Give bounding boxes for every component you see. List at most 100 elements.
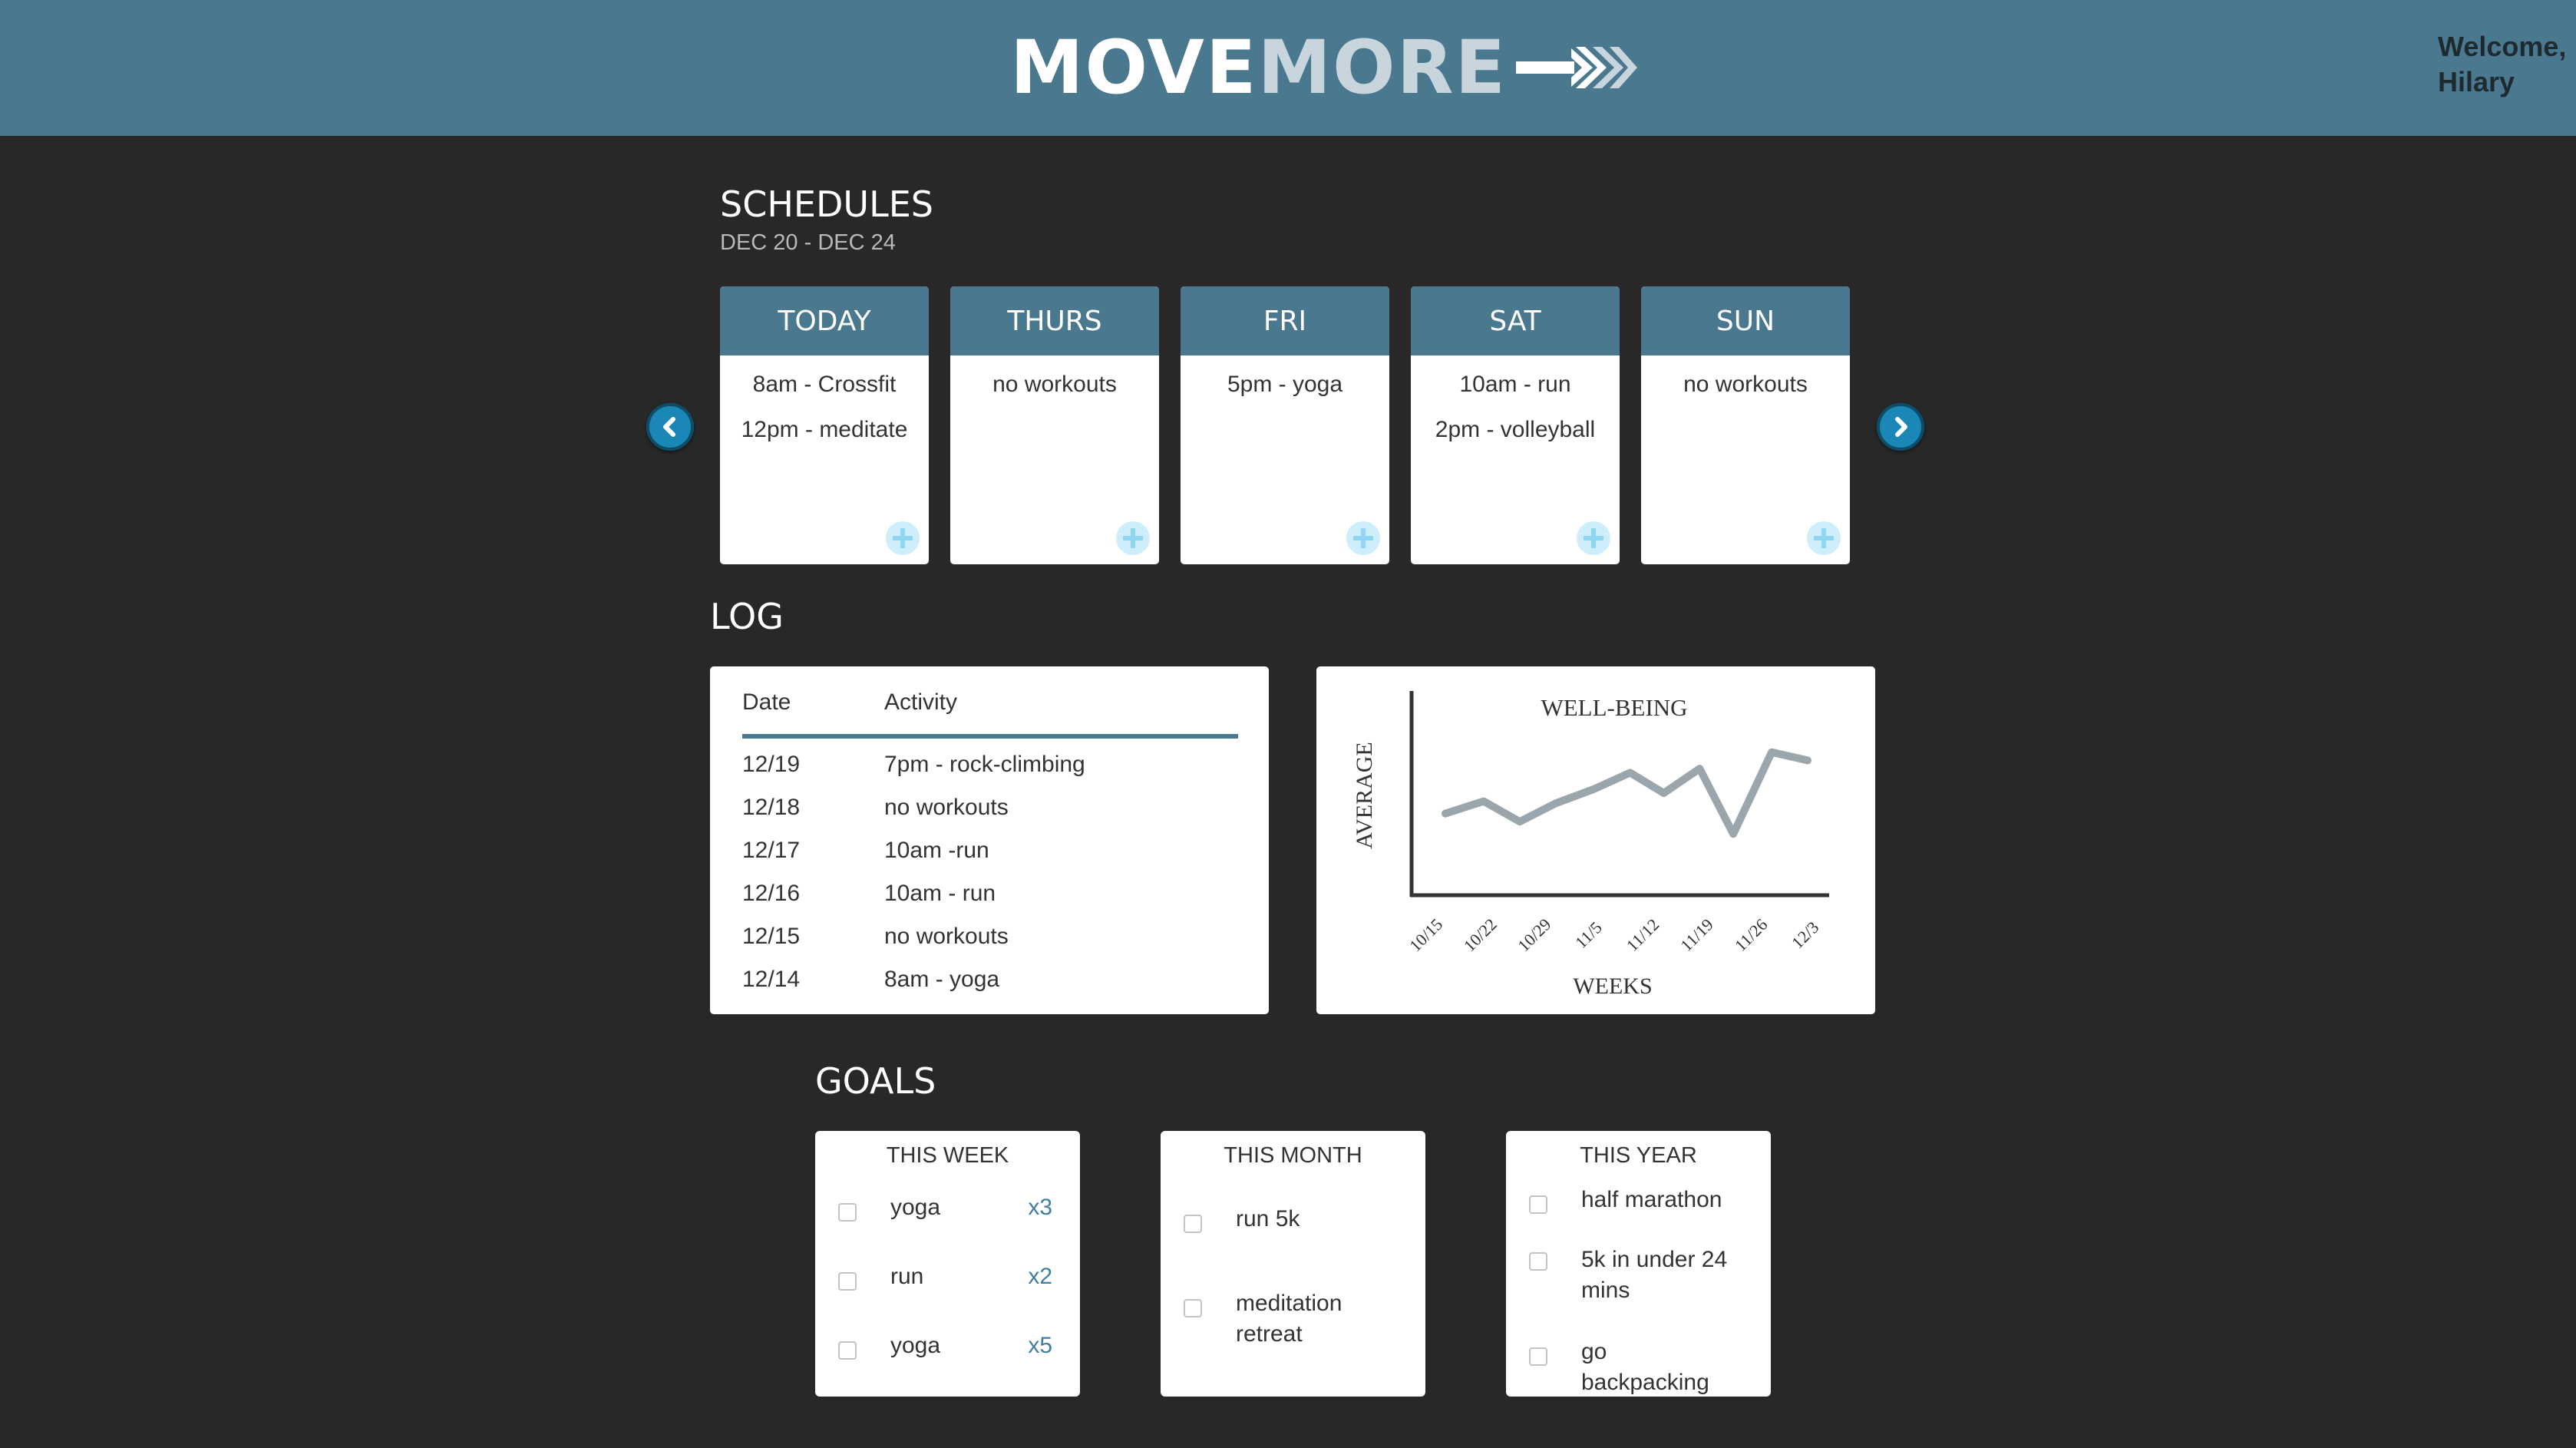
chart-x-tick-label: 11/12 bbox=[1623, 914, 1663, 955]
well-being-chart: WELL-BEING AVERAGE WEEKS 10/15 10/22 10/29… bbox=[1316, 666, 1875, 1014]
chart-x-tick-label: 11/5 bbox=[1571, 917, 1606, 952]
log-header-row: Date Activity bbox=[742, 689, 957, 716]
schedule-entry[interactable]: 2pm - volleyball bbox=[1411, 415, 1620, 460]
welcome-message[interactable]: Welcome, Hilary bbox=[2438, 29, 2566, 100]
schedule-entry[interactable]: no workouts bbox=[1641, 369, 1850, 415]
schedules-heading: SCHEDULES bbox=[720, 183, 933, 225]
schedule-entry[interactable]: 10am - run bbox=[1411, 369, 1620, 415]
chart-series bbox=[1442, 748, 1811, 838]
log-activity: 10am -run bbox=[884, 838, 989, 863]
chevron-right-icon bbox=[1895, 417, 1907, 437]
top-bar: MOVE MORE Welcome, Hilary bbox=[0, 0, 2576, 136]
goal-checkbox[interactable] bbox=[838, 1203, 857, 1222]
add-workout-button[interactable] bbox=[1116, 521, 1150, 555]
goal-card: THIS YEAR half marathon 5k in under 24 min… bbox=[1506, 1131, 1771, 1397]
log-activity: 10am - run bbox=[884, 881, 996, 906]
log-header-divider bbox=[742, 734, 1238, 739]
logo-text-move: MOVE bbox=[1010, 25, 1258, 111]
goal-checkbox[interactable] bbox=[1529, 1252, 1547, 1271]
goals-heading: GOALS bbox=[815, 1060, 936, 1102]
schedule-next-button[interactable] bbox=[1877, 403, 1924, 451]
schedule-day-label: THURS bbox=[950, 286, 1159, 355]
chart-y-axis-label: AVERAGE bbox=[1352, 742, 1377, 848]
schedule-entry[interactable]: 8am - Crossfit bbox=[720, 369, 929, 415]
goal-label: yoga bbox=[890, 1333, 941, 1358]
chart-x-ticks: 10/15 10/22 10/29 11/5 11/12 11/19 11/26 12/3 bbox=[1405, 914, 1822, 955]
log-date: 12/18 bbox=[742, 795, 801, 820]
log-date: 12/16 bbox=[742, 881, 801, 906]
chart-series-line bbox=[1442, 748, 1811, 838]
schedule-day-label: SAT bbox=[1411, 286, 1620, 355]
schedule-prev-button[interactable] bbox=[646, 403, 694, 451]
schedule-entries: 8am - Crossfit 12pm - meditate bbox=[720, 355, 929, 460]
goal-label: go backpacking bbox=[1581, 1339, 1709, 1395]
log-date: 12/14 bbox=[742, 967, 801, 992]
chart-x-tick-label: 10/29 bbox=[1514, 914, 1554, 955]
goal-checkbox[interactable] bbox=[838, 1341, 857, 1360]
goal-label: yoga bbox=[890, 1195, 941, 1220]
chart-x-axis-label: WEEKS bbox=[1573, 974, 1652, 999]
plus-icon bbox=[1123, 528, 1143, 548]
add-workout-button[interactable] bbox=[1577, 521, 1610, 555]
goal-card-title: THIS MONTH bbox=[1224, 1143, 1362, 1168]
schedules-date-range: DEC 20 - DEC 24 bbox=[720, 230, 896, 255]
goal-checkbox[interactable] bbox=[1529, 1347, 1547, 1366]
chevron-left-icon bbox=[663, 417, 675, 437]
chart-x-tick-label: 10/22 bbox=[1460, 914, 1501, 955]
chart-title: WELL-BEING bbox=[1541, 694, 1687, 721]
goal-count: x2 bbox=[1028, 1264, 1052, 1289]
log-heading: LOG bbox=[710, 596, 784, 637]
log-date: 12/15 bbox=[742, 924, 801, 949]
schedule-day-label: SUN bbox=[1641, 286, 1850, 355]
schedule-entry[interactable]: 5pm - yoga bbox=[1181, 369, 1389, 415]
schedule-card[interactable]: TODAY 8am - Crossfit 12pm - meditate bbox=[720, 286, 929, 564]
schedule-entry[interactable]: no workouts bbox=[950, 369, 1159, 415]
schedule-entries: no workouts bbox=[1641, 355, 1850, 415]
schedule-entry[interactable]: 12pm - meditate bbox=[720, 415, 929, 460]
goal-card-title: THIS WEEK bbox=[886, 1143, 1009, 1168]
log-activity: no workouts bbox=[884, 795, 1009, 820]
plus-icon bbox=[1814, 528, 1834, 548]
goal-checkbox[interactable] bbox=[1184, 1215, 1202, 1233]
plus-icon bbox=[1353, 528, 1373, 548]
log-activity: 8am - yoga bbox=[884, 967, 1000, 992]
goal-checkbox[interactable] bbox=[1529, 1195, 1547, 1214]
add-workout-button[interactable] bbox=[886, 521, 920, 555]
log-column-date: Date bbox=[742, 689, 791, 715]
goal-card: THIS WEEK yoga x3 run x2 yoga x5 bbox=[815, 1131, 1080, 1397]
schedule-entries: 5pm - yoga bbox=[1181, 355, 1389, 415]
goal-checkbox[interactable] bbox=[838, 1272, 857, 1291]
log-column-activity: Activity bbox=[884, 689, 958, 715]
chart-x-tick-label: 10/15 bbox=[1405, 914, 1446, 955]
plus-icon bbox=[1584, 528, 1603, 548]
well-being-chart-svg: WELL-BEING AVERAGE WEEKS 10/15 10/22 10/29… bbox=[1352, 691, 1829, 999]
goal-label: 5k in under 24 mins bbox=[1581, 1247, 1728, 1303]
add-workout-button[interactable] bbox=[1807, 521, 1841, 555]
goal-count: x5 bbox=[1028, 1333, 1052, 1358]
chart-x-tick-label: 12/3 bbox=[1788, 917, 1822, 952]
movemore-logo[interactable]: MOVE MORE bbox=[1010, 21, 1638, 114]
welcome-label: Welcome, bbox=[2438, 31, 2567, 62]
log-date: 12/19 bbox=[742, 752, 801, 777]
goal-checkbox[interactable] bbox=[1184, 1299, 1202, 1317]
goal-label: run 5k bbox=[1236, 1206, 1300, 1231]
goal-card-title: THIS YEAR bbox=[1580, 1143, 1697, 1168]
goal-label: run bbox=[890, 1264, 924, 1289]
schedule-card[interactable]: FRI 5pm - yoga bbox=[1181, 286, 1389, 564]
log-table: Date Activity 12/19 7pm - rock-climbing 12… bbox=[710, 666, 1269, 1014]
schedule-entries: no workouts bbox=[950, 355, 1159, 415]
chart-x-tick-label: 11/19 bbox=[1676, 914, 1717, 955]
goal-count: x3 bbox=[1028, 1195, 1052, 1220]
logo-text-more: MORE bbox=[1257, 25, 1508, 111]
plus-icon bbox=[893, 528, 913, 548]
chart-x-tick-label: 11/26 bbox=[1731, 914, 1772, 955]
goal-label: meditation retreat bbox=[1236, 1291, 1342, 1347]
schedule-entries: 10am - run 2pm - volleyball bbox=[1411, 355, 1620, 460]
schedule-card[interactable]: SUN no workouts bbox=[1641, 286, 1850, 564]
schedule-day-label: FRI bbox=[1181, 286, 1389, 355]
schedule-card[interactable]: SAT 10am - run 2pm - volleyball bbox=[1411, 286, 1620, 564]
add-workout-button[interactable] bbox=[1346, 521, 1380, 555]
log-activity: no workouts bbox=[884, 924, 1009, 949]
goal-card: THIS MONTH run 5k meditation retreat bbox=[1161, 1131, 1425, 1397]
schedule-card[interactable]: THURS no workouts bbox=[950, 286, 1159, 564]
